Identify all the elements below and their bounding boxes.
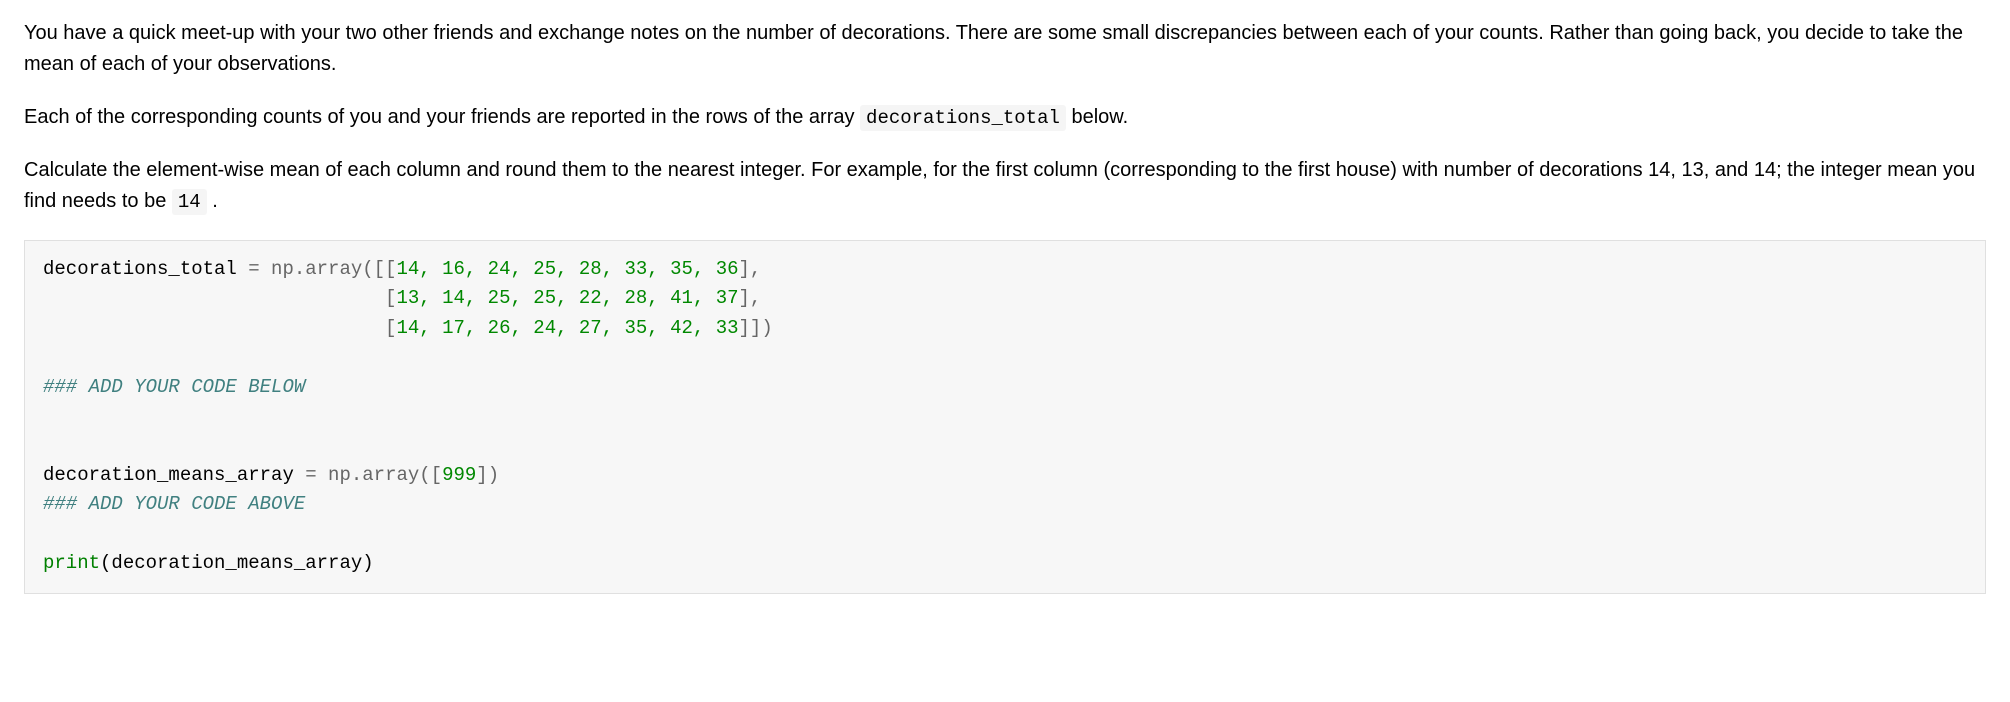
code-token: 14, 16, 24, 25, 28, 33, 35, 36 bbox=[396, 258, 738, 280]
p3-text-after: . bbox=[207, 190, 218, 212]
code-token: [ bbox=[43, 287, 396, 309]
code-token: 14, 17, 26, 24, 27, 35, 42, 33 bbox=[396, 317, 738, 339]
instruction-paragraph-1: You have a quick meet-up with your two o… bbox=[24, 18, 1986, 80]
code-print-arg: (decoration_means_array) bbox=[100, 552, 374, 574]
code-token: ], bbox=[739, 258, 762, 280]
code-comment-below: ### ADD YOUR CODE BELOW bbox=[43, 376, 305, 398]
code-token: = np.array([[ bbox=[248, 258, 396, 280]
inline-code-expected-14: 14 bbox=[172, 189, 207, 215]
inline-code-decorations-total: decorations_total bbox=[860, 105, 1066, 131]
code-token: = np.array([ bbox=[305, 464, 442, 486]
p3-text-before: Calculate the element-wise mean of each … bbox=[24, 159, 1975, 212]
instruction-paragraph-2: Each of the corresponding counts of you … bbox=[24, 102, 1986, 133]
p2-text-before: Each of the corresponding counts of you … bbox=[24, 106, 860, 128]
code-token: ]) bbox=[476, 464, 499, 486]
code-token: decoration_means_array bbox=[43, 464, 305, 486]
code-comment-above: ### ADD YOUR CODE ABOVE bbox=[43, 493, 305, 515]
code-print-fn: print bbox=[43, 552, 100, 574]
code-token: 999 bbox=[442, 464, 476, 486]
code-token: 13, 14, 25, 25, 22, 28, 41, 37 bbox=[396, 287, 738, 309]
code-token: ]]) bbox=[739, 317, 773, 339]
code-cell[interactable]: decorations_total = np.array([[14, 16, 2… bbox=[24, 240, 1986, 594]
code-token: decorations_total bbox=[43, 258, 248, 280]
p2-text-after: below. bbox=[1066, 106, 1128, 128]
code-token: ], bbox=[739, 287, 762, 309]
instruction-paragraph-3: Calculate the element-wise mean of each … bbox=[24, 155, 1986, 217]
code-token: [ bbox=[43, 317, 396, 339]
